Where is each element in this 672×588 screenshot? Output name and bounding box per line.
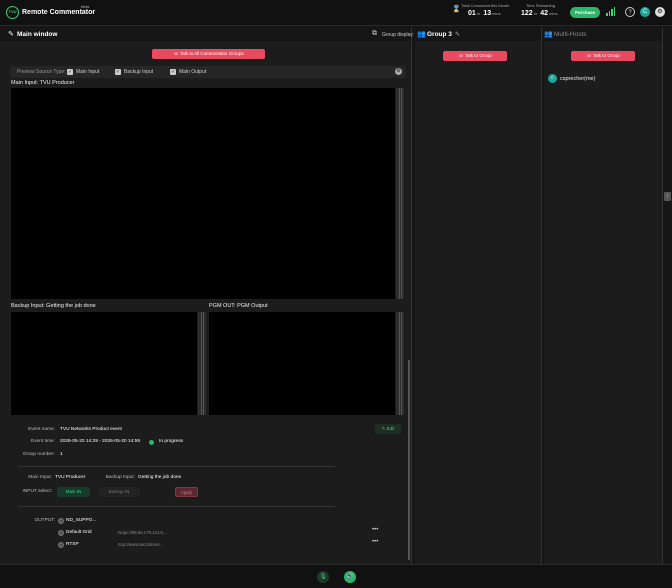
- pgm-out-scrollbar[interactable]: [396, 312, 404, 415]
- group3-header: 👥 Group 3 ✎: [415, 27, 541, 41]
- main-input-key: Main Input:: [28, 475, 52, 480]
- main-panel-scrollbar[interactable]: [408, 360, 410, 560]
- divider: [18, 466, 335, 467]
- talk-icon: ☏: [173, 51, 179, 56]
- more-options-icon[interactable]: •••: [372, 527, 378, 533]
- output-radio[interactable]: [58, 542, 64, 548]
- group-number-label: Group number:: [22, 452, 55, 457]
- users-icon: 👥: [544, 31, 553, 38]
- group3-title: Group 3: [427, 31, 452, 38]
- event-time-label: Event time:: [31, 439, 55, 444]
- preview-source-bar: Preview Source Type: ✓ Main Input ✓ Back…: [10, 66, 405, 78]
- pgm-out-video-label: PGM OUT: PGM Output: [209, 303, 268, 309]
- help-icon[interactable]: ?: [625, 7, 635, 17]
- output-radio[interactable]: [58, 518, 64, 524]
- multi-hosts-panel: 👥 Multi-Hosts ☏ Talk to Group c cspreche…: [544, 27, 663, 564]
- talk-to-group-button[interactable]: ☏ Talk to Group: [571, 51, 635, 61]
- event-status-badge: In progress: [159, 439, 183, 444]
- main-input-checkbox[interactable]: ✓: [67, 69, 73, 75]
- group-number-value: 1: [60, 452, 63, 457]
- main-input-video[interactable]: [11, 88, 395, 299]
- app-title: Remote Commentator: [22, 9, 96, 16]
- microphone-icon[interactable]: 🎙: [317, 571, 329, 583]
- pencil-icon: ✎: [8, 31, 14, 38]
- bottom-bar: 🎙 🔊: [0, 564, 672, 588]
- main-in-button[interactable]: Main IN: [57, 487, 90, 497]
- multi-hosts-header: 👥 Multi-Hosts: [544, 27, 662, 41]
- output-url: rtsp://wowzaec2demo...: [118, 542, 164, 547]
- consumed-value: 01hr 13mins: [468, 10, 501, 17]
- more-options-icon[interactable]: •••: [372, 539, 378, 545]
- member-name: csprecher(me): [560, 76, 596, 82]
- collapse-arrow-icon[interactable]: ›: [664, 192, 671, 201]
- signal-icon: [606, 7, 615, 16]
- rename-icon[interactable]: ✎: [455, 31, 460, 38]
- layers-icon[interactable]: ⧉: [372, 30, 377, 38]
- beta-badge: Beta: [81, 4, 90, 9]
- status-dot-icon: [149, 440, 154, 445]
- users-icon: 👥: [417, 31, 426, 38]
- event-time-value: 2026-05-20 14:29 - 2026-05-20 14:59: [60, 439, 141, 444]
- backup-input-video-label: Backup Input: Getting the job done: [11, 303, 96, 309]
- talk-icon: ☏: [458, 53, 464, 58]
- settings-icon[interactable]: ⚙: [655, 7, 665, 17]
- main-window-header: ✎ Main window ⧉ Group display: [0, 27, 413, 41]
- main-output-checkbox[interactable]: ✓: [170, 69, 176, 75]
- pgm-out-video[interactable]: [209, 312, 395, 415]
- output-name: ND_SUPPO...: [66, 518, 97, 523]
- output-url: tvupc://98.66.179.141:6...: [118, 530, 167, 535]
- consumed-label: Total Consumed this Month: [461, 3, 510, 8]
- output-radio[interactable]: [58, 530, 64, 536]
- apply-button[interactable]: Apply: [175, 487, 198, 497]
- hourglass-icon: ⌛: [452, 6, 461, 13]
- backup-input-video[interactable]: [11, 312, 197, 415]
- remaining-label: Time Remaining: [526, 3, 555, 8]
- member-avatar: c: [548, 74, 557, 83]
- edit-button[interactable]: ✎ Edit: [375, 424, 401, 434]
- settings-small-icon[interactable]: ⚙: [395, 68, 402, 75]
- main-input-option[interactable]: Main Input: [76, 69, 99, 75]
- main-input-scrollbar[interactable]: [396, 88, 404, 299]
- backup-input-value: Getting the job done: [138, 475, 182, 480]
- output-name: RTSP: [66, 542, 79, 547]
- avatar[interactable]: C: [640, 7, 650, 17]
- backup-in-button[interactable]: Backup IN: [98, 487, 140, 497]
- speaker-icon[interactable]: 🔊: [344, 571, 356, 583]
- backup-input-option[interactable]: Backup Input: [124, 69, 153, 75]
- main-window-title: Main window: [17, 31, 58, 38]
- tvu-logo-icon: TVU: [6, 6, 19, 19]
- output-name: Default Grid: [66, 530, 92, 535]
- top-bar: TVU Remote Commentator Beta ⌛ Total Cons…: [0, 0, 672, 26]
- backup-input-scrollbar[interactable]: [198, 312, 206, 415]
- group3-panel: 👥 Group 3 ✎ ☏ Talk to Group: [415, 27, 542, 564]
- preview-source-label: Preview Source Type:: [17, 69, 66, 75]
- multi-hosts-title: Multi-Hosts: [554, 31, 587, 38]
- backup-input-key: Backup Input:: [105, 475, 135, 480]
- group-display-label[interactable]: Group display: [382, 32, 413, 38]
- talk-icon: ☏: [586, 53, 592, 58]
- talk-to-group-button[interactable]: ☏ Talk to Group: [443, 51, 507, 61]
- event-name-value: TVU Networks Product event: [60, 427, 122, 432]
- main-input-value: TVU Producer: [55, 475, 86, 480]
- output-label: OUTPUT:: [34, 518, 55, 523]
- remaining-value: 122hr 42mins: [521, 10, 558, 17]
- input-select-label: INPUT select:: [22, 489, 52, 494]
- purchase-button[interactable]: Purchase: [570, 7, 600, 18]
- event-name-label: Event name:: [28, 427, 55, 432]
- divider: [18, 506, 335, 507]
- main-output-option[interactable]: Main Output: [179, 69, 206, 75]
- main-input-video-label: Main Input: TVU Producer: [11, 80, 75, 86]
- backup-input-checkbox[interactable]: ✓: [115, 69, 121, 75]
- talk-all-groups-button[interactable]: ☏ Talk to All Commentator Groups: [152, 49, 265, 59]
